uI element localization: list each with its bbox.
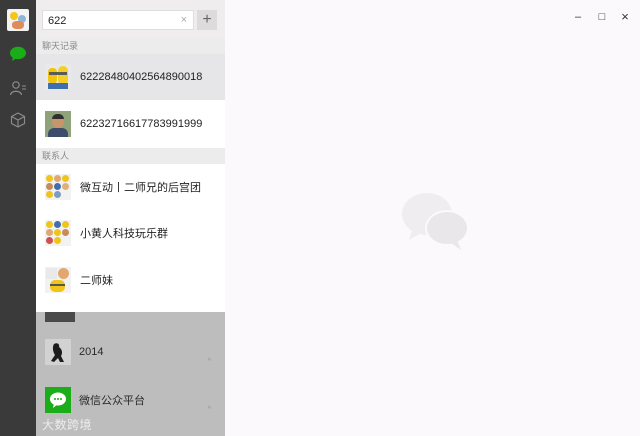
minimize-button[interactable]: – [571,11,585,23]
search-input[interactable] [48,13,168,28]
silhouette-avatar-icon [45,339,71,365]
result-name: 62232716617783991999 [80,118,203,130]
search-bar: × + [36,0,225,38]
person-photo-avatar-icon [45,111,71,137]
wechat-logo-icon [402,193,469,250]
contact-name: 二师妹 [80,275,113,287]
search-box: × [42,10,194,30]
wechat-platform-avatar-icon [45,387,71,413]
list-item[interactable]: 微互动丨二师兄的后宫团 [36,164,225,210]
list-item[interactable]: 小黄人科技玩乐群 [36,210,225,256]
status-marker: ^ [207,406,211,413]
chat-icon[interactable] [0,42,36,66]
contact-name: 小黄人科技玩乐群 [80,228,168,240]
section-header-contacts: 联系人 [36,148,225,164]
minions-avatar-icon [45,64,71,90]
clear-icon[interactable]: × [181,14,187,27]
search-results-panel: 聊天记录 62228480402564890018 62232716617783… [36,38,225,312]
group-avatar-icon [45,267,71,293]
contacts-icon[interactable] [0,76,36,100]
list-item[interactable]: 二师妹 [36,256,225,304]
user-avatar[interactable] [7,9,29,31]
contact-name: 微互动丨二师兄的后宫团 [80,182,201,194]
avatar-fragment [45,312,75,322]
maximize-button[interactable]: □ [595,11,609,23]
group-avatar-icon [45,174,71,200]
section-header-chat-records: 聊天记录 [36,38,225,54]
list-item[interactable]: 2014 ^ [36,330,225,374]
list-item[interactable]: 62228480402564890018 [36,54,225,100]
chat-name: 2014 [79,346,104,358]
status-marker: ^ [207,358,211,365]
list-item[interactable]: 62232716617783991999 [36,100,225,148]
result-name: 62228480402564890018 [80,71,203,83]
nav-rail [0,0,36,436]
chat-list-column: × + 聊天记录 62228480402564890018 6223271661… [36,0,225,436]
close-button[interactable]: × [618,9,632,24]
watermark: 大数跨境 [42,418,93,432]
main-pane: – □ × [225,0,640,436]
add-button[interactable]: + [197,10,217,30]
collections-cube-icon[interactable] [0,108,36,132]
group-avatar-icon [45,220,71,246]
chat-name: 微信公众平台 [79,395,145,407]
